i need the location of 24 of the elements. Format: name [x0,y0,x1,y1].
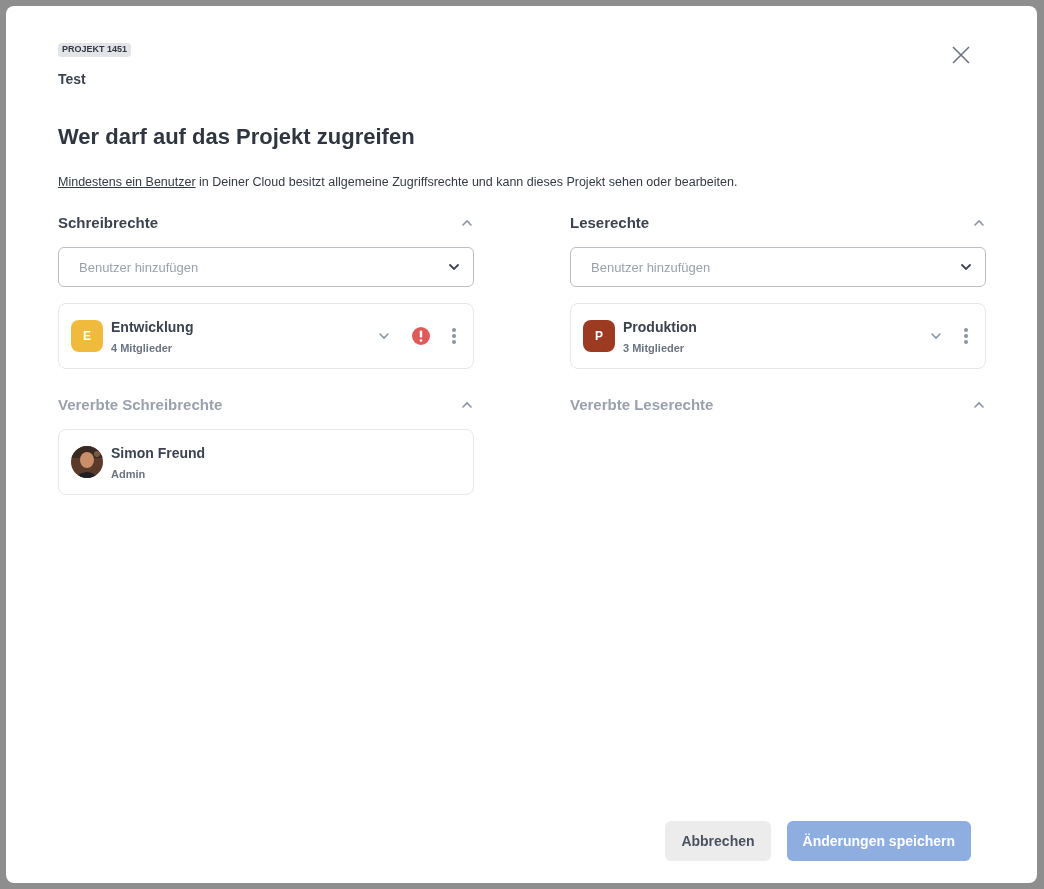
section-title: Vererbte Leserechte [570,395,714,415]
group-avatar: P [583,320,615,353]
users-link[interactable]: Mindestens ein Benutzer [58,174,196,189]
member-name: Entwicklung [111,317,195,337]
member-card[interactable]: P Produktion 3 Mitglieder [570,303,986,370]
member-name: Simon Freund [111,443,207,463]
group-avatar: E [71,320,103,353]
member-subtitle: Admin [111,466,147,482]
member-name: Produktion [623,317,698,337]
section-title: Schreibrechte [58,213,159,233]
dialog-title: Wer darf auf das Projekt zugreifen [58,122,416,151]
close-icon[interactable] [951,45,971,65]
member-subtitle: 4 Mitglieder [111,340,174,356]
more-icon[interactable] [963,327,969,346]
member-card[interactable]: Simon Freund Admin [58,429,474,496]
section-title: Leserechte [570,213,650,233]
more-icon[interactable] [451,327,457,346]
cancel-button[interactable]: Abbrechen [665,821,771,861]
member-card[interactable]: E Entwicklung 4 Mitglieder [58,303,474,370]
section-title: Vererbte Schreibrechte [58,395,223,415]
member-subtitle: 3 Mitglieder [623,340,686,356]
intro-text: Mindestens ein Benutzer in Deiner Cloud besitzt allgemeine Zugriffsrechte und kann dieses Projekt sehen oder bearbeiten. [58,173,739,191]
project-badge: PROJEKT 1451 [58,43,132,57]
project-name: Test [58,69,86,89]
